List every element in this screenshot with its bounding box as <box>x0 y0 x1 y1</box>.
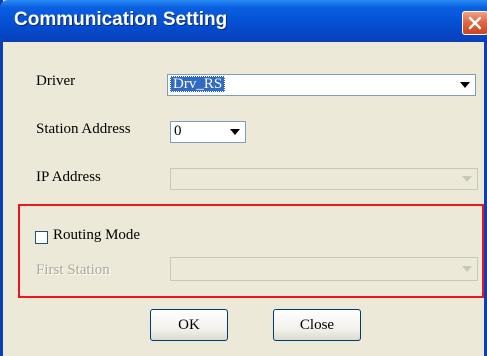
chevron-down-icon <box>462 266 472 272</box>
chevron-down-icon <box>462 176 472 182</box>
routing-highlight-box <box>18 204 484 298</box>
driver-dropdown-button[interactable] <box>456 76 474 94</box>
title-bar[interactable]: Communication Setting <box>0 0 487 42</box>
first-station-dropdown-button[interactable] <box>458 259 476 279</box>
chevron-down-icon <box>230 129 240 135</box>
driver-value: Drv_RS <box>170 76 226 92</box>
first-station-select[interactable] <box>170 257 478 281</box>
chevron-down-icon <box>460 82 470 88</box>
ok-button[interactable]: OK <box>150 309 228 341</box>
driver-label: Driver <box>36 73 76 89</box>
first-station-label: First Station <box>36 262 110 278</box>
routing-mode-checkbox[interactable] <box>35 231 48 244</box>
window-title: Communication Setting <box>14 9 228 30</box>
station-address-label: Station Address <box>36 121 131 137</box>
station-address-select[interactable]: 0 <box>170 121 246 143</box>
close-button[interactable]: Close <box>273 309 361 341</box>
close-window-button[interactable] <box>462 11 487 35</box>
close-icon <box>468 16 482 30</box>
station-address-value: 0 <box>174 123 182 139</box>
station-address-dropdown-button[interactable] <box>226 123 244 141</box>
ip-address-dropdown-button[interactable] <box>458 170 476 188</box>
communication-setting-dialog: Communication Setting Driver Drv_RS Stat… <box>0 0 487 356</box>
ip-address-select[interactable] <box>170 168 478 190</box>
driver-select[interactable]: Drv_RS <box>167 74 476 96</box>
routing-mode-label[interactable]: Routing Mode <box>53 227 140 244</box>
ip-address-label: IP Address <box>36 169 101 185</box>
